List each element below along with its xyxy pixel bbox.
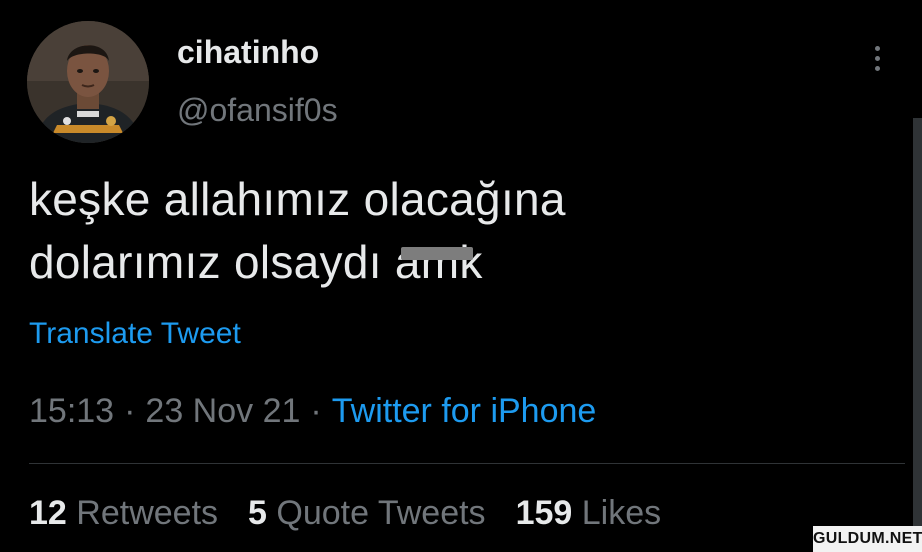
tweet-line-2: dolarımız olsaydı amk: [29, 231, 729, 294]
scrollbar[interactable]: [913, 118, 922, 552]
likes-label: Likes: [581, 494, 662, 532]
user-handle[interactable]: @ofansif0s: [177, 92, 338, 129]
tweet-time[interactable]: 15:13: [29, 392, 114, 430]
site-watermark: GULDUM.NET: [813, 526, 922, 552]
more-dot: [874, 55, 880, 61]
tweet-meta: 15:13 · 23 Nov 21 · Twitter for iPhone: [29, 392, 596, 431]
tweet-text: keşke allahımız olacağına dolarımız olsa…: [29, 168, 729, 294]
likes-count: 159: [515, 494, 573, 532]
quote-tweets-stat[interactable]: 5 Quote Tweets: [248, 494, 486, 532]
divider: [29, 463, 905, 464]
display-name[interactable]: cihatinho: [177, 34, 319, 71]
quote-tweets-label: Quote Tweets: [276, 494, 486, 532]
profile-photo: [27, 21, 149, 143]
quote-tweets-count: 5: [248, 494, 267, 532]
more-dot: [874, 65, 880, 71]
retweets-label: Retweets: [76, 494, 219, 532]
meta-separator: ·: [124, 392, 136, 430]
retweets-stat[interactable]: 12 Retweets: [29, 494, 218, 532]
engagement-stats: 12 Retweets 5 Quote Tweets 159 Likes: [29, 494, 661, 533]
meta-separator: ·: [310, 392, 322, 430]
tweet-source-link[interactable]: Twitter for iPhone: [332, 392, 597, 430]
more-dot: [874, 45, 880, 51]
retweets-count: 12: [29, 494, 67, 532]
tweet-date[interactable]: 23 Nov 21: [145, 392, 300, 430]
more-vertical-icon[interactable]: [866, 38, 888, 78]
tweet-line-2-text: dolarımız olsaydı: [29, 236, 395, 288]
avatar[interactable]: [27, 21, 149, 143]
censored-word: amk: [395, 231, 483, 294]
translate-tweet-link[interactable]: Translate Tweet: [29, 317, 241, 351]
likes-stat[interactable]: 159 Likes: [516, 494, 662, 532]
tweet-line-1: keşke allahımız olacağına: [29, 173, 566, 225]
